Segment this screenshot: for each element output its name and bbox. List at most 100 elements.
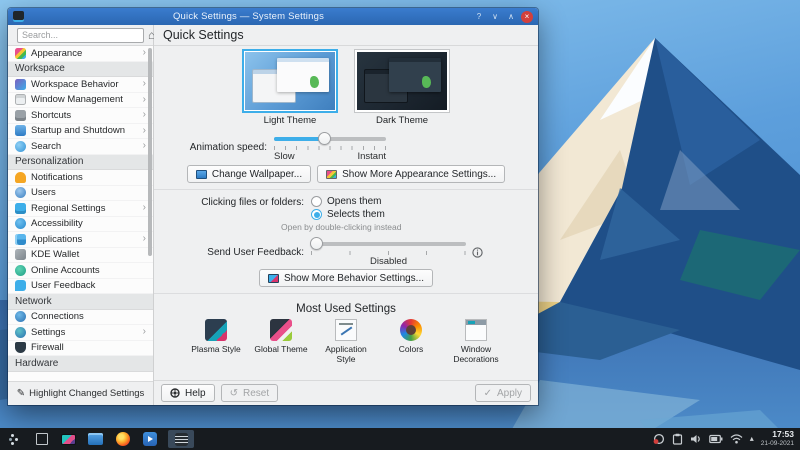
light-theme-preview[interactable] <box>242 49 338 113</box>
workspace-behavior-icon <box>15 79 26 90</box>
minimize-button[interactable]: ∨ <box>489 12 501 21</box>
pager-widget[interactable] <box>33 430 50 448</box>
discover-icon[interactable] <box>141 430 158 448</box>
sidebar-item-online-accounts[interactable]: Online Accounts <box>8 263 153 279</box>
theme-selector: Light Theme Dark Theme <box>242 49 450 126</box>
help-button[interactable]: Help <box>161 384 215 402</box>
sidebar-item-regional-settings[interactable]: Regional Settings › <box>8 201 153 217</box>
taskbar: ▴ 17:53 21-09-2021 <box>0 428 800 450</box>
apply-button[interactable]: ✓ Apply <box>475 384 531 402</box>
chevron-right-icon: › <box>143 48 146 58</box>
reset-button[interactable]: ↺ Reset <box>221 384 279 402</box>
most-used-application-style[interactable]: Application Style <box>319 319 374 364</box>
sidebar-item-accessibility[interactable]: Accessibility <box>8 217 153 233</box>
slider-ticks <box>311 251 466 255</box>
chevron-right-icon: › <box>143 95 146 105</box>
show-more-appearance-button[interactable]: Show More Appearance Settings... <box>317 165 505 183</box>
most-used-window-decorations[interactable]: Window Decorations <box>449 319 504 364</box>
window-titlebar[interactable]: Quick Settings — System Settings ? ∨ ∧ × <box>8 8 538 25</box>
users-icon <box>15 187 26 198</box>
slider-handle[interactable] <box>318 132 331 145</box>
animation-speed-slider[interactable] <box>274 132 386 145</box>
sidebar-item-network-settings[interactable]: Settings › <box>8 325 153 341</box>
instant-label: Instant <box>357 151 386 162</box>
window-management-icon <box>15 94 26 105</box>
volume-icon[interactable] <box>690 433 702 445</box>
highlight-changed-settings-button[interactable]: ✎ Highlight Changed Settings <box>8 381 153 405</box>
expand-tray-icon[interactable]: ▴ <box>750 435 754 443</box>
feedback-slider[interactable] <box>311 237 466 250</box>
notifications-icon <box>15 172 26 183</box>
search-input[interactable] <box>17 28 144 43</box>
sidebar-scrollbar[interactable] <box>148 48 152 256</box>
system-settings-task[interactable] <box>168 430 194 448</box>
wifi-icon[interactable] <box>730 434 743 444</box>
theme-label: Dark Theme <box>376 115 428 126</box>
animation-speed-label: Animation speed: <box>154 142 267 153</box>
most-used-colors[interactable]: Colors <box>384 319 439 354</box>
firefox-icon[interactable] <box>114 430 131 448</box>
radio-icon[interactable] <box>311 196 322 207</box>
close-button[interactable]: × <box>521 11 533 23</box>
selects-them-radio[interactable]: Selects them <box>311 209 385 220</box>
sidebar-item-workspace-behavior[interactable]: Workspace Behavior › <box>8 77 153 93</box>
clipboard-icon[interactable] <box>672 433 683 445</box>
opens-them-radio[interactable]: Opens them <box>311 196 381 207</box>
most-used-plasma-style[interactable]: Plasma Style <box>189 319 244 354</box>
battery-icon[interactable] <box>709 434 723 444</box>
sidebar-list: Appearance › Workspace Workspace Behavio… <box>8 46 153 381</box>
help-icon <box>170 388 180 398</box>
maximize-button[interactable]: ∧ <box>505 12 517 21</box>
app-launcher-icon[interactable] <box>6 430 23 448</box>
sidebar-item-connections[interactable]: Connections <box>8 310 153 326</box>
sidebar-item-search[interactable]: Search › <box>8 139 153 155</box>
sidebar-section-workspace: Workspace <box>8 62 153 78</box>
sidebar-item-startup-shutdown[interactable]: Startup and Shutdown › <box>8 124 153 140</box>
info-icon[interactable] <box>472 247 483 258</box>
most-used-title: Most Used Settings <box>296 303 396 315</box>
dark-theme-option[interactable]: Dark Theme <box>354 49 450 126</box>
mini-window <box>277 58 329 92</box>
check-icon: ✓ <box>484 388 492 399</box>
mute-status-icon[interactable] <box>653 433 665 445</box>
accessibility-icon <box>15 218 26 229</box>
radio-checked-icon[interactable] <box>311 209 322 220</box>
plasma-style-icon <box>205 319 227 341</box>
digital-clock[interactable]: 17:53 21-09-2021 <box>761 430 794 447</box>
most-used-global-theme[interactable]: Global Theme <box>254 319 309 354</box>
dark-theme-preview[interactable] <box>354 49 450 113</box>
help-window-button[interactable]: ? <box>473 12 485 21</box>
sidebar-item-firewall[interactable]: Firewall <box>8 341 153 357</box>
sidebar-item-notifications[interactable]: Notifications <box>8 170 153 186</box>
feedback-value: Disabled <box>311 256 466 267</box>
most-used-row: Plasma Style Global Theme Application St… <box>189 319 504 364</box>
behavior-icon <box>268 274 279 283</box>
sidebar-item-applications[interactable]: Applications › <box>8 232 153 248</box>
kde-wallet-icon <box>15 249 26 260</box>
sidebar-item-shortcuts[interactable]: Shortcuts › <box>8 108 153 124</box>
sidebar-item-user-feedback[interactable]: User Feedback <box>8 279 153 295</box>
light-theme-option[interactable]: Light Theme <box>242 49 338 126</box>
monitor-app-icon[interactable] <box>60 430 77 448</box>
page-title: Quick Settings <box>154 25 538 46</box>
shortcuts-icon <box>15 110 26 121</box>
double-click-hint: Open by double-clicking instead <box>281 222 402 232</box>
sidebar-item-window-management[interactable]: Window Management › <box>8 93 153 109</box>
slider-handle[interactable] <box>310 237 323 250</box>
online-accounts-icon <box>15 265 26 276</box>
show-more-behavior-button[interactable]: Show More Behavior Settings... <box>259 269 433 287</box>
sidebar-section-network: Network <box>8 294 153 310</box>
colors-icon <box>400 319 422 341</box>
dolphin-icon[interactable] <box>87 430 104 448</box>
sidebar-item-appearance[interactable]: Appearance › <box>8 46 153 62</box>
user-feedback-icon <box>15 280 26 291</box>
search-module-icon <box>15 141 26 152</box>
chevron-right-icon: › <box>143 327 146 337</box>
window-decorations-icon <box>465 319 487 341</box>
sidebar-item-kde-wallet[interactable]: KDE Wallet <box>8 248 153 264</box>
feedback-row: Send User Feedback: Disabled <box>154 237 538 267</box>
change-wallpaper-button[interactable]: Change Wallpaper... <box>187 165 311 183</box>
mini-logo <box>310 76 319 88</box>
sidebar-item-users[interactable]: Users <box>8 186 153 202</box>
clock-time: 17:53 <box>761 430 794 440</box>
